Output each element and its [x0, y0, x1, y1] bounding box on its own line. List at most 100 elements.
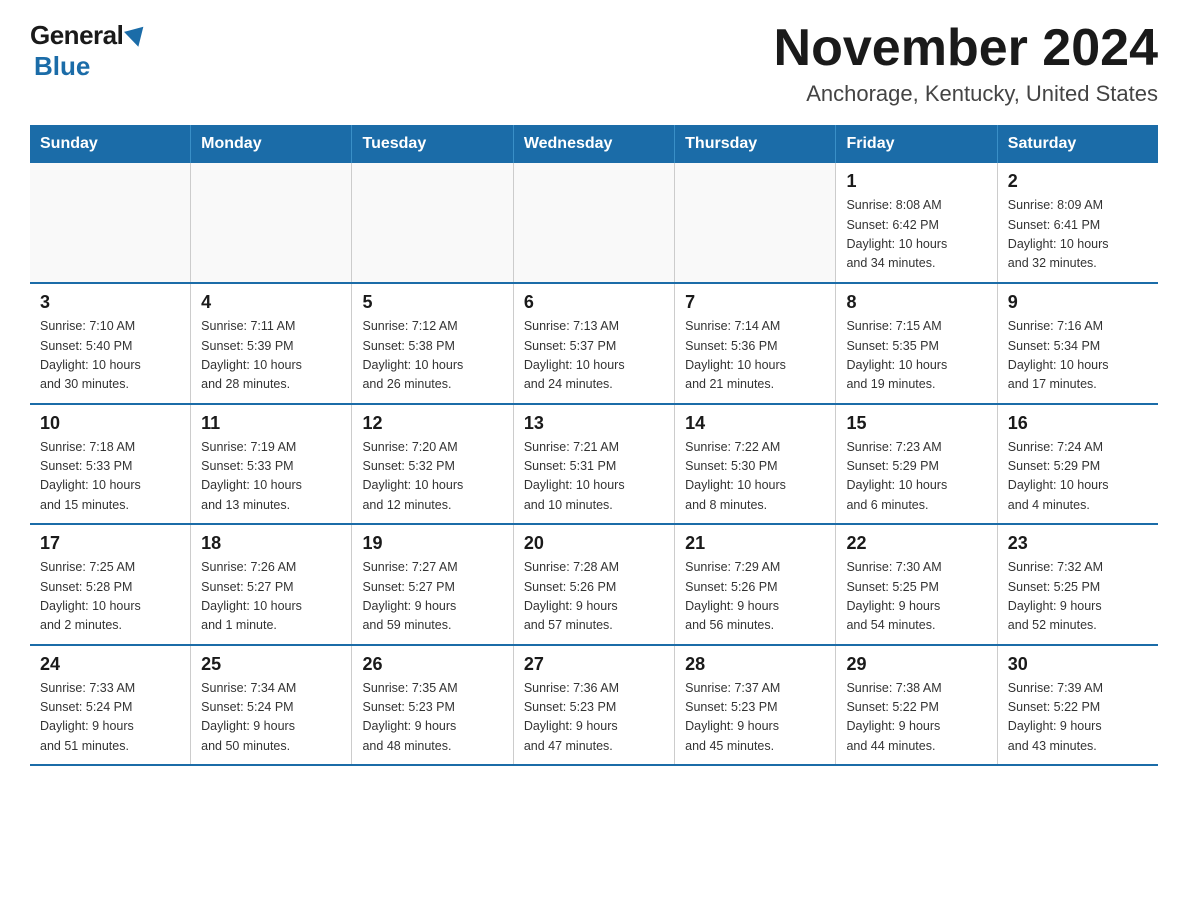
calendar-day-cell — [191, 163, 352, 283]
day-info: Sunrise: 7:35 AMSunset: 5:23 PMDaylight:… — [362, 679, 502, 757]
calendar-week-row: 24 Sunrise: 7:33 AMSunset: 5:24 PMDayligh… — [30, 645, 1158, 766]
calendar-day-cell: 16 Sunrise: 7:24 AMSunset: 5:29 PMDayligh… — [997, 404, 1158, 525]
day-of-week-header: Saturday — [997, 125, 1158, 163]
page-title: November 2024 — [774, 20, 1158, 77]
day-info: Sunrise: 7:13 AMSunset: 5:37 PMDaylight:… — [524, 317, 664, 395]
calendar-day-cell: 25 Sunrise: 7:34 AMSunset: 5:24 PMDayligh… — [191, 645, 352, 766]
calendar-day-cell: 21 Sunrise: 7:29 AMSunset: 5:26 PMDayligh… — [675, 524, 836, 645]
calendar-day-cell: 7 Sunrise: 7:14 AMSunset: 5:36 PMDaylight… — [675, 283, 836, 404]
day-number: 30 — [1008, 654, 1148, 675]
day-number: 10 — [40, 413, 180, 434]
calendar-header-row: SundayMondayTuesdayWednesdayThursdayFrid… — [30, 125, 1158, 163]
calendar-table: SundayMondayTuesdayWednesdayThursdayFrid… — [30, 125, 1158, 766]
day-info: Sunrise: 7:16 AMSunset: 5:34 PMDaylight:… — [1008, 317, 1148, 395]
calendar-day-cell: 13 Sunrise: 7:21 AMSunset: 5:31 PMDayligh… — [513, 404, 674, 525]
calendar-day-cell: 2Sunrise: 8:09 AMSunset: 6:41 PMDaylight… — [997, 163, 1158, 283]
day-number: 25 — [201, 654, 341, 675]
calendar-week-row: 17 Sunrise: 7:25 AMSunset: 5:28 PMDayligh… — [30, 524, 1158, 645]
logo-blue-text: Blue — [34, 51, 90, 81]
calendar-day-cell: 3 Sunrise: 7:10 AMSunset: 5:40 PMDaylight… — [30, 283, 191, 404]
calendar-day-cell: 12Sunrise: 7:20 AMSunset: 5:32 PMDayligh… — [352, 404, 513, 525]
calendar-day-cell: 6 Sunrise: 7:13 AMSunset: 5:37 PMDaylight… — [513, 283, 674, 404]
page-subtitle: Anchorage, Kentucky, United States — [774, 81, 1158, 107]
calendar-day-cell: 9 Sunrise: 7:16 AMSunset: 5:34 PMDaylight… — [997, 283, 1158, 404]
calendar-day-cell: 10 Sunrise: 7:18 AMSunset: 5:33 PMDayligh… — [30, 404, 191, 525]
day-info: Sunrise: 7:14 AMSunset: 5:36 PMDaylight:… — [685, 317, 825, 395]
day-info: Sunrise: 7:38 AMSunset: 5:22 PMDaylight:… — [846, 679, 986, 757]
day-info: Sunrise: 7:24 AMSunset: 5:29 PMDaylight:… — [1008, 438, 1148, 516]
calendar-day-cell: 29 Sunrise: 7:38 AMSunset: 5:22 PMDayligh… — [836, 645, 997, 766]
calendar-day-cell: 23 Sunrise: 7:32 AMSunset: 5:25 PMDayligh… — [997, 524, 1158, 645]
calendar-week-row: 1 Sunrise: 8:08 AMSunset: 6:42 PMDaylight… — [30, 163, 1158, 283]
calendar-day-cell: 20Sunrise: 7:28 AMSunset: 5:26 PMDayligh… — [513, 524, 674, 645]
calendar-week-row: 10 Sunrise: 7:18 AMSunset: 5:33 PMDayligh… — [30, 404, 1158, 525]
calendar-day-cell: 28 Sunrise: 7:37 AMSunset: 5:23 PMDayligh… — [675, 645, 836, 766]
day-number: 16 — [1008, 413, 1148, 434]
calendar-day-cell: 30 Sunrise: 7:39 AMSunset: 5:22 PMDayligh… — [997, 645, 1158, 766]
day-number: 22 — [846, 533, 986, 554]
day-number: 12 — [362, 413, 502, 434]
logo-general-text: General — [30, 20, 123, 51]
day-of-week-header: Friday — [836, 125, 997, 163]
calendar-day-cell: 5Sunrise: 7:12 AMSunset: 5:38 PMDaylight… — [352, 283, 513, 404]
day-number: 28 — [685, 654, 825, 675]
calendar-day-cell: 14Sunrise: 7:22 AMSunset: 5:30 PMDayligh… — [675, 404, 836, 525]
calendar-day-cell: 1 Sunrise: 8:08 AMSunset: 6:42 PMDaylight… — [836, 163, 997, 283]
day-number: 13 — [524, 413, 664, 434]
day-number: 19 — [362, 533, 502, 554]
day-number: 24 — [40, 654, 180, 675]
day-info: Sunrise: 7:39 AMSunset: 5:22 PMDaylight:… — [1008, 679, 1148, 757]
day-of-week-header: Tuesday — [352, 125, 513, 163]
day-number: 23 — [1008, 533, 1148, 554]
day-number: 29 — [846, 654, 986, 675]
day-info: Sunrise: 7:18 AMSunset: 5:33 PMDaylight:… — [40, 438, 180, 516]
day-info: Sunrise: 7:23 AMSunset: 5:29 PMDaylight:… — [846, 438, 986, 516]
day-number: 5 — [362, 292, 502, 313]
calendar-day-cell — [513, 163, 674, 283]
day-of-week-header: Monday — [191, 125, 352, 163]
day-info: Sunrise: 7:28 AMSunset: 5:26 PMDaylight:… — [524, 558, 664, 636]
logo-arrow-icon — [124, 26, 148, 49]
day-of-week-header: Wednesday — [513, 125, 674, 163]
day-info: Sunrise: 7:21 AMSunset: 5:31 PMDaylight:… — [524, 438, 664, 516]
day-number: 14 — [685, 413, 825, 434]
title-area: November 2024 Anchorage, Kentucky, Unite… — [774, 20, 1158, 107]
day-info: Sunrise: 7:11 AMSunset: 5:39 PMDaylight:… — [201, 317, 341, 395]
day-number: 11 — [201, 413, 341, 434]
day-info: Sunrise: 7:29 AMSunset: 5:26 PMDaylight:… — [685, 558, 825, 636]
day-number: 1 — [846, 171, 986, 192]
calendar-day-cell: 18Sunrise: 7:26 AMSunset: 5:27 PMDayligh… — [191, 524, 352, 645]
day-number: 27 — [524, 654, 664, 675]
day-number: 7 — [685, 292, 825, 313]
day-info: Sunrise: 7:32 AMSunset: 5:25 PMDaylight:… — [1008, 558, 1148, 636]
day-number: 4 — [201, 292, 341, 313]
calendar-day-cell: 27Sunrise: 7:36 AMSunset: 5:23 PMDayligh… — [513, 645, 674, 766]
calendar-day-cell — [30, 163, 191, 283]
day-number: 9 — [1008, 292, 1148, 313]
day-info: Sunrise: 7:19 AMSunset: 5:33 PMDaylight:… — [201, 438, 341, 516]
calendar-day-cell: 11 Sunrise: 7:19 AMSunset: 5:33 PMDayligh… — [191, 404, 352, 525]
day-number: 3 — [40, 292, 180, 313]
calendar-day-cell: 15Sunrise: 7:23 AMSunset: 5:29 PMDayligh… — [836, 404, 997, 525]
day-info: Sunrise: 8:09 AMSunset: 6:41 PMDaylight:… — [1008, 196, 1148, 274]
day-number: 18 — [201, 533, 341, 554]
day-number: 17 — [40, 533, 180, 554]
day-info: Sunrise: 7:34 AMSunset: 5:24 PMDaylight:… — [201, 679, 341, 757]
day-number: 26 — [362, 654, 502, 675]
day-info: Sunrise: 7:15 AMSunset: 5:35 PMDaylight:… — [846, 317, 986, 395]
calendar-day-cell: 8 Sunrise: 7:15 AMSunset: 5:35 PMDaylight… — [836, 283, 997, 404]
day-info: Sunrise: 8:08 AMSunset: 6:42 PMDaylight:… — [846, 196, 986, 274]
day-info: Sunrise: 7:25 AMSunset: 5:28 PMDaylight:… — [40, 558, 180, 636]
day-info: Sunrise: 7:33 AMSunset: 5:24 PMDaylight:… — [40, 679, 180, 757]
header: General Blue November 2024 Anchorage, Ke… — [30, 20, 1158, 107]
day-info: Sunrise: 7:10 AMSunset: 5:40 PMDaylight:… — [40, 317, 180, 395]
day-of-week-header: Thursday — [675, 125, 836, 163]
day-number: 8 — [846, 292, 986, 313]
day-number: 21 — [685, 533, 825, 554]
calendar-day-cell: 17 Sunrise: 7:25 AMSunset: 5:28 PMDayligh… — [30, 524, 191, 645]
calendar-day-cell — [352, 163, 513, 283]
day-info: Sunrise: 7:27 AMSunset: 5:27 PMDaylight:… — [362, 558, 502, 636]
day-info: Sunrise: 7:37 AMSunset: 5:23 PMDaylight:… — [685, 679, 825, 757]
logo: General Blue — [30, 20, 146, 82]
day-number: 6 — [524, 292, 664, 313]
